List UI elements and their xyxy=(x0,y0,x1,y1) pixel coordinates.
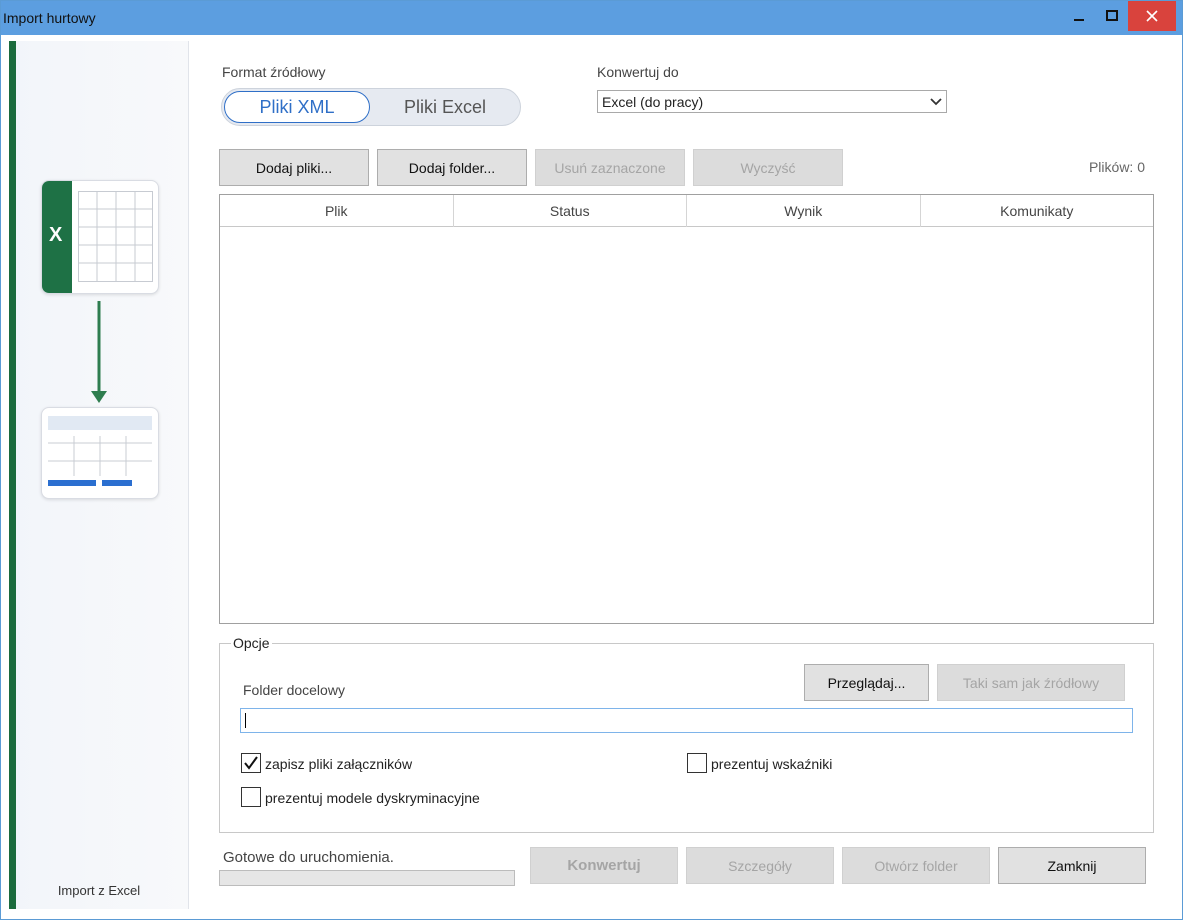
close-button[interactable]: Zamknij xyxy=(998,847,1146,884)
open-folder-button[interactable]: Otwórz folder xyxy=(842,847,990,884)
progress-bar xyxy=(219,870,515,886)
toggle-excel-files[interactable]: Pliki Excel xyxy=(372,91,518,123)
save-attachments-label[interactable]: zapisz pliki załączników xyxy=(265,756,412,772)
show-discriminant-models-label[interactable]: prezentuj modele dyskryminacyjne xyxy=(265,790,480,806)
sidebar-footer-label: Import z Excel xyxy=(57,883,141,898)
checkmark-icon xyxy=(244,756,258,770)
toggle-xml-files[interactable]: Pliki XML xyxy=(224,91,370,123)
minimize-button[interactable] xyxy=(1061,1,1097,31)
details-button[interactable]: Szczegóły xyxy=(686,847,834,884)
source-format-label: Format źródłowy xyxy=(222,64,326,80)
save-attachments-checkbox[interactable] xyxy=(241,753,261,773)
column-header-file[interactable]: Plik xyxy=(220,195,454,227)
sidebar: X Import z Excel xyxy=(9,41,189,909)
report-table-icon xyxy=(41,407,159,499)
target-folder-input[interactable] xyxy=(240,708,1133,733)
window-title: Import hurtowy xyxy=(3,10,96,26)
status-text: Gotowe do uruchomienia. xyxy=(223,849,394,866)
clear-button[interactable]: Wyczyść xyxy=(693,149,843,186)
minimize-icon xyxy=(1074,19,1084,21)
spreadsheet-grid-icon xyxy=(78,191,153,282)
import-window: Import hurtowy X Import z Excel Format ź… xyxy=(0,0,1183,920)
source-format-toggle: Pliki XML Pliki Excel xyxy=(221,88,521,126)
show-discriminant-models-checkbox[interactable] xyxy=(241,787,261,807)
column-header-status[interactable]: Status xyxy=(454,195,687,227)
add-files-button[interactable]: Dodaj pliki... xyxy=(219,149,369,186)
excel-icon-letter: X xyxy=(49,224,63,246)
maximize-button[interactable] xyxy=(1095,1,1129,31)
arrow-down-icon xyxy=(91,301,107,403)
report-icon xyxy=(48,416,152,486)
close-window-button[interactable] xyxy=(1128,1,1176,31)
show-indicators-checkbox[interactable] xyxy=(687,753,707,773)
show-indicators-label[interactable]: prezentuj wskaźniki xyxy=(711,756,832,772)
browse-button[interactable]: Przeglądaj... xyxy=(804,664,929,701)
convert-to-value: Excel (do pracy) xyxy=(602,93,704,110)
same-as-source-button[interactable]: Taki sam jak źródłowy xyxy=(937,664,1125,701)
files-table-header: Plik Status Wynik Komunikaty xyxy=(220,195,1153,227)
files-table[interactable]: Plik Status Wynik Komunikaty xyxy=(219,194,1154,624)
convert-button[interactable]: Konwertuj xyxy=(530,847,678,884)
column-header-messages[interactable]: Komunikaty xyxy=(921,195,1154,227)
add-folder-button[interactable]: Dodaj folder... xyxy=(377,149,527,186)
sidebar-accent-bar xyxy=(9,41,16,909)
file-count: Plików: 0 xyxy=(1088,159,1145,175)
text-caret xyxy=(245,713,246,728)
remove-selected-button[interactable]: Usuń zaznaczone xyxy=(535,149,685,186)
title-bar[interactable]: Import hurtowy xyxy=(1,1,1182,35)
options-legend: Opcje xyxy=(231,635,272,651)
convert-to-label: Konwertuj do xyxy=(597,64,679,80)
target-folder-label: Folder docelowy xyxy=(243,682,345,698)
close-icon xyxy=(1146,10,1158,22)
maximize-icon xyxy=(1106,10,1118,21)
chevron-down-icon xyxy=(930,97,942,105)
column-header-result[interactable]: Wynik xyxy=(687,195,921,227)
convert-to-select[interactable]: Excel (do pracy) xyxy=(597,90,947,113)
excel-file-icon: X xyxy=(41,180,159,294)
